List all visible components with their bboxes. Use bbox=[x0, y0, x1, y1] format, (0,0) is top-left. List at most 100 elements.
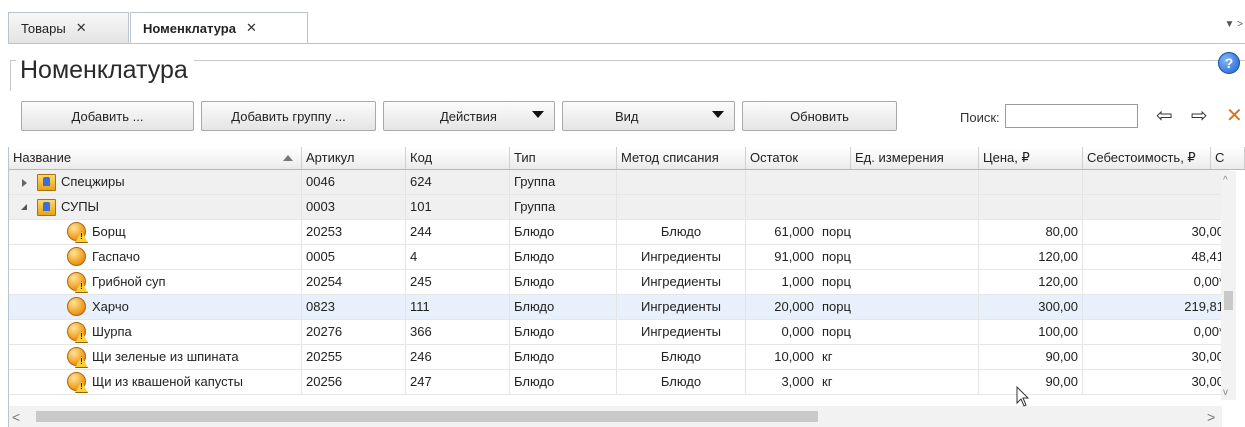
price-cell: 120,00 bbox=[979, 270, 1083, 294]
vertical-scrollbar[interactable] bbox=[1221, 171, 1236, 400]
dish-warning-icon bbox=[67, 347, 86, 366]
item-name: Харчо bbox=[92, 299, 129, 314]
add-group-button[interactable]: Добавить группу ... bbox=[201, 101, 376, 131]
article-cell: 0823 bbox=[302, 295, 406, 319]
vertical-scroll-thumb[interactable] bbox=[1224, 291, 1233, 310]
table-row[interactable]: Шурпа 20276366БлюдоИнгредиенты 0,000 порц10… bbox=[9, 320, 1229, 345]
name-cell: Щи из квашеной капусты bbox=[9, 370, 302, 394]
arrow-right-icon[interactable]: ⇨ bbox=[1191, 103, 1208, 128]
column-header-extra[interactable]: С bbox=[1211, 147, 1245, 169]
add-button[interactable]: Добавить ... bbox=[21, 101, 194, 131]
folder-icon bbox=[37, 174, 56, 191]
column-header-cost[interactable]: Себестоимость, ₽ bbox=[1083, 147, 1211, 169]
item-name: Шурпа bbox=[92, 324, 132, 339]
help-icon[interactable]: ? bbox=[1218, 52, 1240, 74]
type-cell: Группа bbox=[510, 170, 617, 194]
dish-warning-icon bbox=[67, 272, 86, 291]
tab-divider bbox=[8, 43, 1245, 44]
group-row[interactable]: СУПЫ 0003 101 Группа bbox=[9, 195, 1229, 220]
item-name: СУПЫ bbox=[61, 199, 100, 214]
column-header-method[interactable]: Метод списания bbox=[617, 147, 746, 169]
tab-nomenklatura[interactable]: Номенклатура ✕ bbox=[130, 12, 308, 44]
cost-cell: 48,41 bbox=[1083, 245, 1229, 269]
column-header-article[interactable]: Артикул bbox=[302, 147, 406, 169]
arrow-left-icon[interactable]: ⇦ bbox=[1156, 103, 1173, 128]
collapse-icon[interactable] bbox=[21, 204, 27, 210]
title-frame bbox=[10, 60, 1245, 91]
article-cell: 20256 bbox=[302, 370, 406, 394]
close-icon[interactable]: ✕ bbox=[246, 20, 257, 36]
tab-label: Товары bbox=[21, 20, 66, 36]
table-row[interactable]: Харчо 0823 111 Блюдо Ингредиенты 20,000 порц 30… bbox=[9, 295, 1229, 320]
tab-label: Номенклатура bbox=[143, 20, 236, 36]
code-cell: 624 bbox=[406, 170, 510, 194]
search-input[interactable] bbox=[1005, 104, 1138, 128]
tab-tovary[interactable]: Товары ✕ bbox=[8, 12, 129, 43]
stock-cell: 0,000 bbox=[781, 324, 814, 339]
code-cell: 101 bbox=[406, 195, 510, 219]
nomenclature-grid: Название Артикул Код Тип Метод списания … bbox=[9, 147, 1245, 427]
item-name: Щи из квашеной капусты bbox=[92, 374, 243, 389]
price-cell: 80,00 bbox=[979, 220, 1083, 244]
search-label: Поиск: bbox=[960, 110, 1000, 125]
code-cell: 246 bbox=[406, 345, 510, 369]
refresh-button[interactable]: Обновить bbox=[742, 101, 897, 131]
column-header-price[interactable]: Цена, ₽ bbox=[979, 147, 1083, 169]
table-row[interactable]: Гаспачо 0005 4 Блюдо Ингредиенты 91,000 порц 12… bbox=[9, 245, 1229, 270]
table-row[interactable]: Борщ20253244БлюдоБлюдо61,000порц80,0030,… bbox=[9, 220, 1229, 245]
cost-cell: 219,81 bbox=[1083, 295, 1229, 319]
cost-cell: 0,00* bbox=[1083, 320, 1229, 344]
unit-cell: порц bbox=[818, 320, 979, 344]
type-cell: Блюдо bbox=[510, 220, 617, 244]
code-cell: 4 bbox=[406, 245, 510, 269]
stock-cell: 10,000 bbox=[774, 349, 814, 364]
tab-list-menu-icon[interactable]: ▼ > bbox=[1224, 19, 1243, 30]
unit-cell: кг bbox=[818, 345, 979, 369]
name-cell: СУПЫ bbox=[9, 195, 302, 219]
column-header-stock[interactable]: Остаток bbox=[746, 147, 851, 169]
view-label: Вид bbox=[615, 108, 639, 124]
actions-dropdown[interactable]: Действия bbox=[383, 101, 555, 131]
scroll-down-icon[interactable]: v bbox=[1223, 387, 1228, 398]
unit-cell: порц bbox=[818, 220, 979, 244]
method-cell: Ингредиенты bbox=[617, 295, 746, 319]
scroll-left-icon[interactable]: < bbox=[12, 409, 20, 425]
stock-cell bbox=[746, 170, 818, 194]
dish-icon bbox=[67, 297, 86, 316]
item-name: Щи зеленые из шпината bbox=[92, 349, 239, 364]
column-header-type[interactable]: Тип bbox=[510, 147, 617, 169]
item-name: Борщ bbox=[92, 224, 126, 239]
method-cell: Блюдо bbox=[617, 220, 746, 244]
clear-search-icon[interactable]: ✕ bbox=[1226, 103, 1243, 128]
dish-warning-icon bbox=[67, 322, 86, 341]
code-cell: 245 bbox=[406, 270, 510, 294]
column-header-unit[interactable]: Ед. измерения bbox=[851, 147, 979, 169]
table-row[interactable]: Грибной суп 20254245БлюдоИнгредиенты 1,000… bbox=[9, 270, 1229, 295]
article-cell: 20253 bbox=[302, 220, 406, 244]
name-cell: Щи зеленые из шпината bbox=[9, 345, 302, 369]
table-row[interactable]: Щи из квашеной капусты20256247БлюдоБлюдо… bbox=[9, 370, 1229, 395]
name-cell: Борщ bbox=[9, 220, 302, 244]
expand-icon[interactable] bbox=[22, 179, 27, 187]
column-header-name[interactable]: Название bbox=[9, 147, 302, 169]
price-cell bbox=[979, 170, 1083, 194]
stock-cell: 61,000 bbox=[774, 224, 814, 239]
type-cell: Блюдо bbox=[510, 270, 617, 294]
cost-cell bbox=[1083, 195, 1229, 219]
group-row[interactable]: Спецжиры 0046 624 Группа bbox=[9, 170, 1229, 195]
method-cell: Блюдо bbox=[617, 345, 746, 369]
scroll-right-icon[interactable]: > bbox=[1207, 409, 1215, 425]
chevron-down-icon bbox=[532, 111, 544, 118]
scroll-up-icon[interactable]: ^ bbox=[1223, 175, 1228, 186]
view-dropdown[interactable]: Вид bbox=[562, 101, 735, 131]
unit-cell bbox=[818, 195, 979, 219]
table-row[interactable]: Щи зеленые из шпината20255246БлюдоБлюдо1… bbox=[9, 345, 1229, 370]
article-cell: 20255 bbox=[302, 345, 406, 369]
horizontal-scroll-thumb[interactable] bbox=[36, 411, 818, 422]
item-name: Гаспачо bbox=[92, 249, 141, 264]
column-header-code[interactable]: Код bbox=[406, 147, 510, 169]
grid-header: Название Артикул Код Тип Метод списания … bbox=[9, 147, 1245, 170]
type-cell: Блюдо bbox=[510, 245, 617, 269]
close-icon[interactable]: ✕ bbox=[76, 20, 87, 36]
method-cell bbox=[617, 170, 746, 194]
